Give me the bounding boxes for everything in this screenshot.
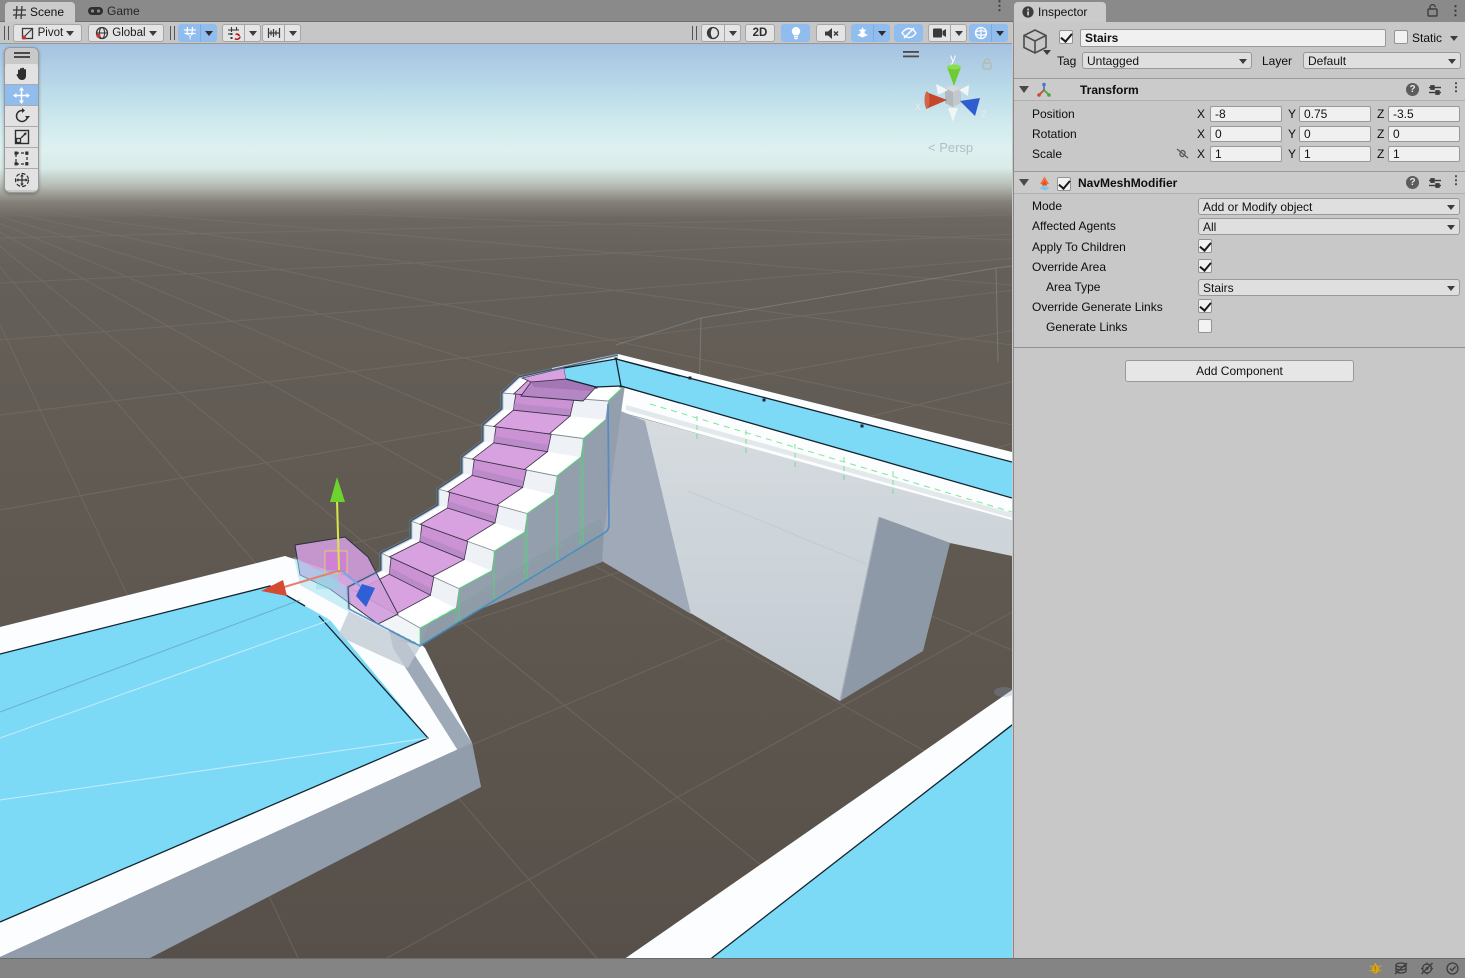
svg-text:< Persp: < Persp [928,140,973,155]
svg-text:Y: Y [187,33,193,41]
svg-text:!: ! [1374,965,1376,974]
svg-text:x: x [915,99,921,113]
svg-text:z: z [981,106,987,120]
svg-text:y: y [950,51,956,65]
